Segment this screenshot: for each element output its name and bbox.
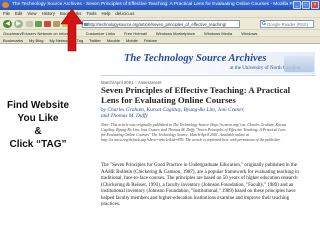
history-dropdown-icon[interactable] — [26, 21, 33, 27]
article-authors[interactable]: by Charles Graham, Kursat Cagiltay, Byun… — [101, 107, 251, 120]
toolbar-frisbee-button[interactable]: Frisbee — [144, 37, 157, 43]
menu-item-delicious[interactable]: del.icio.us — [115, 10, 134, 17]
address-bar[interactable]: http://technologysource.org/article/seve… — [82, 20, 240, 28]
google-icon: G — [262, 21, 266, 27]
firefox-icon — [2, 2, 9, 8]
callout-line: & — [34, 126, 42, 137]
menu-item-help[interactable]: Help — [102, 10, 111, 17]
campus-logo — [284, 56, 314, 72]
menu-item-tools[interactable]: Tools — [86, 10, 96, 17]
toolbar-twitter-button[interactable]: Twitter — [89, 37, 101, 43]
address-url: http://technologysource.org/article/seve… — [88, 22, 227, 27]
annotation-arrow-icon — [60, 8, 84, 52]
window-title: The Technology Source Archives - Seven P… — [12, 2, 305, 7]
menu-item-view[interactable]: View — [27, 10, 36, 17]
banner-divider — [101, 75, 315, 76]
menu-item-history[interactable]: History — [42, 10, 55, 17]
navigation-toolbar: ◀ ▶ http://technologysource.org/article/… — [0, 17, 320, 29]
window-titlebar: The Technology Source Archives - Seven P… — [0, 0, 320, 10]
callout-line: Click “TAG” — [9, 139, 67, 150]
back-arrow-icon[interactable]: ◀ — [3, 20, 12, 28]
stop-icon[interactable] — [44, 21, 51, 27]
search-placeholder: Google Reader (RSS) — [267, 22, 308, 27]
delicious-toolbar: Bookmarks My Blog My Network Tag Twitter… — [0, 36, 320, 44]
forward-arrow-icon[interactable]: ▶ — [14, 20, 23, 28]
toolbar-my-blog-button[interactable]: My Blog — [29, 37, 43, 43]
minimize-button[interactable]: _ — [293, 1, 301, 9]
maximize-button[interactable]: □ — [302, 1, 310, 9]
toolbar-mooble-button[interactable]: Mooble — [107, 37, 120, 43]
article-title: Seven Principles of Effective Teaching: … — [101, 85, 291, 105]
instruction-callout: Find Website You Like & Click “TAG” — [3, 99, 73, 151]
bookmarks-toolbar: Goodman/Eduserv Network on Informal... C… — [0, 29, 320, 36]
window-controls: _ □ × — [293, 1, 319, 9]
reload-icon[interactable] — [35, 21, 42, 27]
article-body: The "Seven Principles for Good Practice … — [101, 163, 299, 207]
toolbar-mobile-button[interactable]: Mobile — [126, 37, 138, 43]
close-button[interactable]: × — [311, 1, 319, 9]
site-title[interactable]: The Technology Source Archives — [124, 53, 266, 64]
menu-bar: File Edit View History Bookmarks Tools H… — [0, 10, 320, 17]
toolbar-bookmarks-button[interactable]: Bookmarks — [3, 37, 23, 43]
search-input[interactable]: G Google Reader (RSS) — [260, 20, 314, 28]
callout-line: Find Website — [6, 100, 70, 111]
menu-item-edit[interactable]: Edit — [15, 10, 22, 17]
callout-line: You Like — [17, 113, 59, 124]
menu-item-file[interactable]: File — [3, 10, 10, 17]
article-note: Note: This article was originally publis… — [101, 123, 287, 142]
